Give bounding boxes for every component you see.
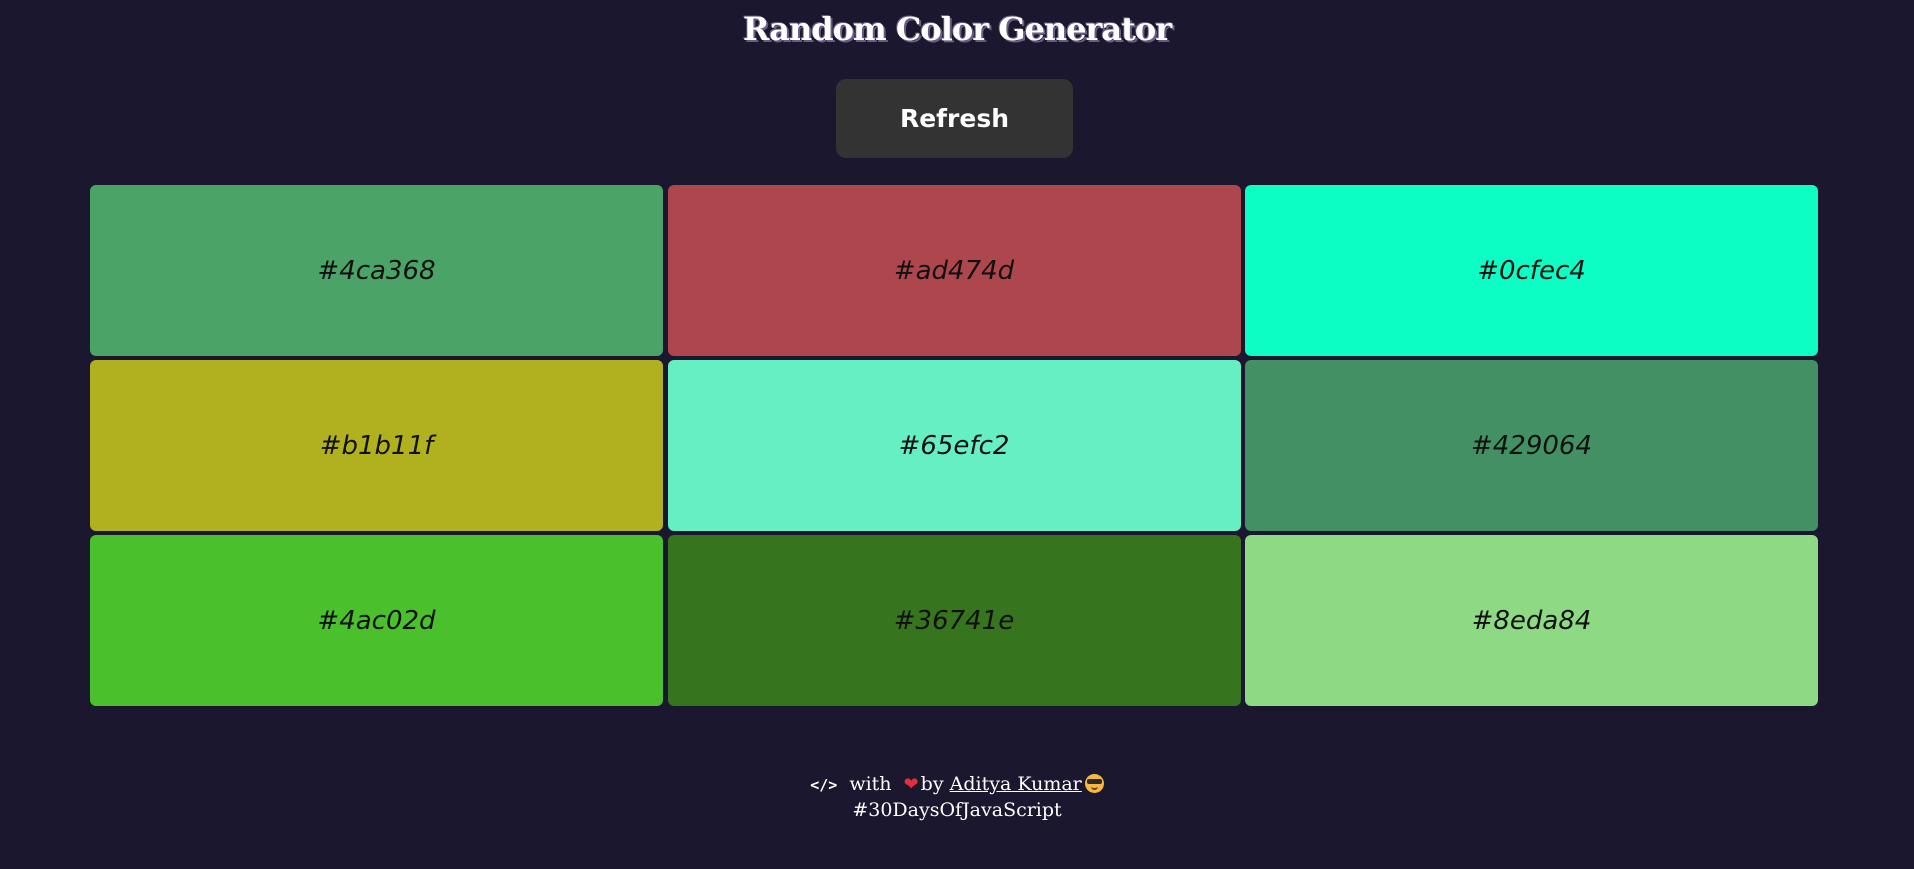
code-icon: </> bbox=[810, 776, 838, 794]
color-swatch[interactable]: #b1b11f bbox=[90, 360, 663, 531]
color-hex-label: #0cfec4 bbox=[1477, 255, 1586, 286]
footer: </> with ❤ by Aditya Kumar #30DaysOfJavaSc… bbox=[0, 772, 1914, 823]
color-swatch[interactable]: #4ca368 bbox=[90, 185, 663, 356]
footer-credit-line: </> with ❤ by Aditya Kumar bbox=[0, 772, 1914, 798]
star-struck-emoji-icon bbox=[1084, 774, 1104, 793]
color-swatch[interactable]: #4ac02d bbox=[90, 535, 663, 706]
color-swatch[interactable]: #65efc2 bbox=[667, 360, 1241, 531]
footer-by-text: by bbox=[920, 773, 944, 795]
color-hex-label: #ad474d bbox=[893, 255, 1015, 286]
color-swatch[interactable]: #ad474d bbox=[667, 185, 1241, 356]
color-hex-label: #429064 bbox=[1470, 430, 1593, 461]
color-swatch[interactable]: #0cfec4 bbox=[1245, 185, 1818, 356]
color-swatch[interactable]: #36741e bbox=[667, 535, 1241, 706]
heart-icon: ❤ bbox=[903, 774, 919, 795]
color-hex-label: #8eda84 bbox=[1471, 605, 1592, 636]
page-title: Random Color Generator bbox=[742, 10, 1172, 48]
color-hex-label: #4ac02d bbox=[317, 605, 436, 636]
color-grid: #4ca368 #ad474d #0cfec4 #b1b11f #65efc2 … bbox=[90, 185, 1818, 706]
color-hex-label: #4ca368 bbox=[317, 255, 436, 286]
refresh-button[interactable]: Refresh bbox=[836, 79, 1073, 158]
color-swatch[interactable]: #8eda84 bbox=[1245, 535, 1818, 706]
color-hex-label: #65efc2 bbox=[898, 430, 1010, 461]
author-link[interactable]: Aditya Kumar bbox=[950, 773, 1082, 795]
color-hex-label: #36741e bbox=[893, 605, 1015, 636]
color-hex-label: #b1b11f bbox=[319, 430, 434, 461]
color-swatch[interactable]: #429064 bbox=[1245, 360, 1818, 531]
footer-hashtag: #30DaysOfJavaScript bbox=[852, 799, 1062, 821]
footer-with-text: with bbox=[849, 773, 892, 795]
